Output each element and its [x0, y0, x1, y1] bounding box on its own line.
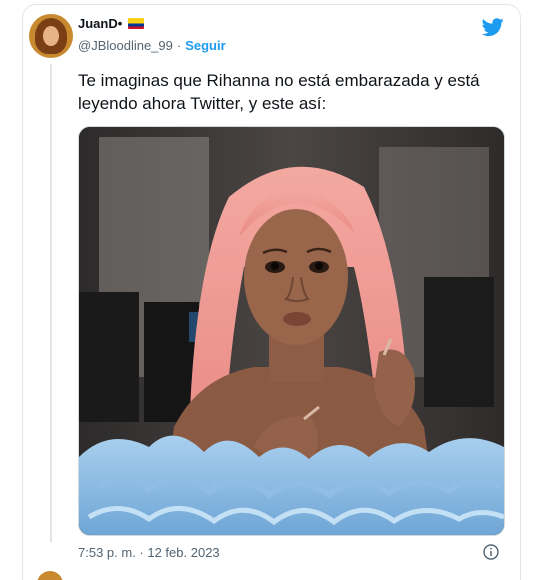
tweet-text: Te imaginas que Rihanna no está embaraza… — [78, 71, 480, 113]
author-display-name[interactable]: JuanD• — [78, 16, 122, 31]
info-icon[interactable] — [483, 544, 499, 560]
author-handle-row: @JBloodline_99 · Seguir — [78, 38, 226, 53]
twitter-bird-icon[interactable] — [480, 16, 506, 38]
meme-photo — [79, 127, 504, 535]
tweet-media-image[interactable] — [78, 126, 505, 536]
avatar-face — [43, 26, 59, 46]
author-handle[interactable]: @JBloodline_99 — [78, 38, 173, 53]
handle-separator: · — [176, 38, 182, 53]
tweet-timestamp[interactable]: 7:53 p. m. · 12 feb. 2023 — [78, 545, 220, 560]
follow-button[interactable]: Seguir — [185, 38, 225, 53]
author-avatar[interactable] — [29, 14, 73, 58]
author-name-row[interactable]: JuanD• — [78, 16, 145, 31]
page: JuanD• @JBloodline_99 · Seguir Te imagin… — [0, 0, 549, 580]
colombia-flag-icon — [128, 18, 145, 29]
thread-connector-line — [50, 64, 52, 542]
